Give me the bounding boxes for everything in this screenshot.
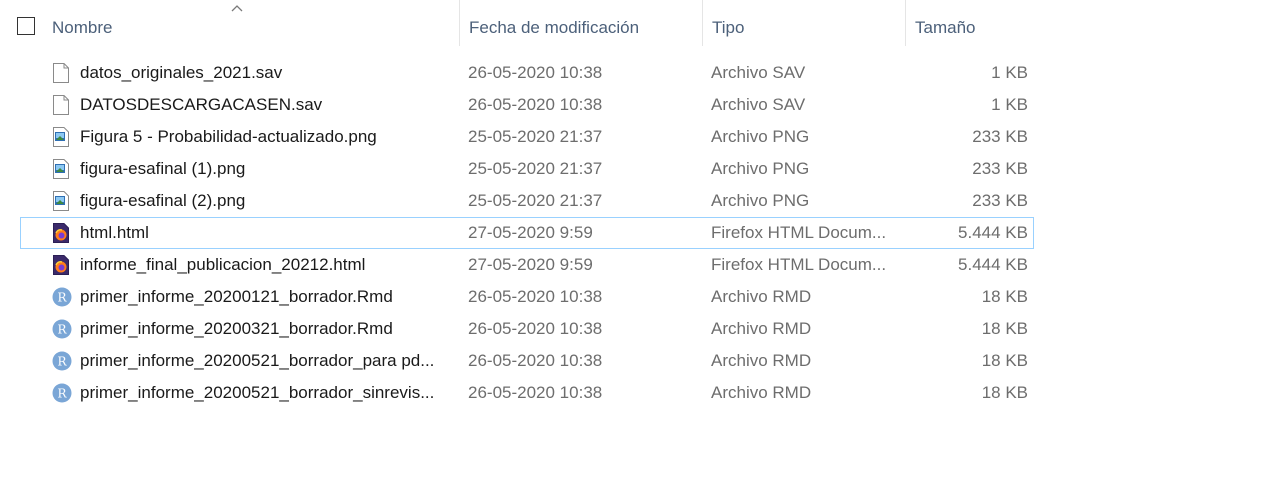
file-row[interactable]: datos_originales_2021.sav 26-05-2020 10:3… xyxy=(20,57,1034,89)
svg-text:R: R xyxy=(57,387,67,401)
file-size: 5.444 KB xyxy=(958,223,1028,242)
blank-file-icon xyxy=(52,63,70,83)
file-row[interactable]: Rprimer_informe_20200521_borrador_para p… xyxy=(20,345,1034,377)
file-name: figura-esafinal (1).png xyxy=(80,159,246,178)
file-row[interactable]: Rprimer_informe_20200321_borrador.Rmd 26-… xyxy=(20,313,1034,345)
image-file-icon xyxy=(52,159,70,179)
file-size: 18 KB xyxy=(981,383,1028,402)
file-name: informe_final_publicacion_20212.html xyxy=(80,255,366,274)
file-type: Archivo PNG xyxy=(711,159,810,178)
file-type: Archivo RMD xyxy=(711,383,812,402)
file-date: 27-05-2020 9:59 xyxy=(468,223,593,242)
r-file-icon: R xyxy=(52,351,72,371)
file-type: Archivo RMD xyxy=(711,287,812,306)
file-name: primer_informe_20200321_borrador.Rmd xyxy=(80,319,393,338)
file-size: 233 KB xyxy=(972,127,1028,146)
file-row[interactable]: informe_final_publicacion_20212.html 27-0… xyxy=(20,249,1034,281)
file-size: 1 KB xyxy=(991,95,1028,114)
file-row[interactable]: Figura 5 - Probabilidad-actualizado.png 2… xyxy=(20,121,1034,153)
file-name: DATOSDESCARGACASEN.sav xyxy=(80,95,323,114)
file-date: 26-05-2020 10:38 xyxy=(468,351,603,370)
file-size: 18 KB xyxy=(981,351,1028,370)
file-name: primer_informe_20200521_borrador_para pd… xyxy=(80,351,435,370)
file-row[interactable]: figura-esafinal (1).png 25-05-2020 21:37 A… xyxy=(20,153,1034,185)
svg-text:R: R xyxy=(57,355,67,369)
file-date: 27-05-2020 9:59 xyxy=(468,255,593,274)
column-header-type[interactable]: Tipo xyxy=(702,0,905,46)
file-type: Archivo PNG xyxy=(711,191,810,210)
blank-file-icon xyxy=(52,95,70,115)
svg-text:R: R xyxy=(57,323,67,337)
file-type: Firefox HTML Docum... xyxy=(711,255,887,274)
file-date: 25-05-2020 21:37 xyxy=(468,127,603,146)
svg-text:R: R xyxy=(57,291,67,305)
file-name: primer_informe_20200521_borrador_sinrevi… xyxy=(80,383,435,402)
file-row[interactable]: Rprimer_informe_20200121_borrador.Rmd 26-… xyxy=(20,281,1034,313)
file-size: 5.444 KB xyxy=(958,255,1028,274)
file-date: 25-05-2020 21:37 xyxy=(468,159,603,178)
file-type: Archivo SAV xyxy=(711,95,806,114)
file-date: 26-05-2020 10:38 xyxy=(468,319,603,338)
file-size: 233 KB xyxy=(972,159,1028,178)
column-header-name[interactable]: Nombre xyxy=(43,0,459,46)
file-size: 18 KB xyxy=(981,287,1028,306)
firefox-html-icon xyxy=(52,255,70,275)
select-all-checkbox[interactable] xyxy=(17,17,35,35)
file-name: primer_informe_20200121_borrador.Rmd xyxy=(80,287,393,306)
file-type: Archivo PNG xyxy=(711,127,810,146)
column-header-date[interactable]: Fecha de modificación xyxy=(459,0,702,46)
column-header-size[interactable]: Tamaño xyxy=(905,0,1040,46)
file-type: Firefox HTML Docum... xyxy=(711,223,887,242)
file-row[interactable]: html.html 27-05-2020 9:59 Firefox HTML Doc… xyxy=(20,217,1034,249)
r-file-icon: R xyxy=(52,319,72,339)
file-date: 26-05-2020 10:38 xyxy=(468,63,603,82)
file-size: 1 KB xyxy=(991,63,1028,82)
file-row[interactable]: DATOSDESCARGACASEN.sav 26-05-2020 10:38 Ar… xyxy=(20,89,1034,121)
file-name: html.html xyxy=(80,223,149,242)
file-type: Archivo RMD xyxy=(711,319,812,338)
file-date: 26-05-2020 10:38 xyxy=(468,383,603,402)
file-row[interactable]: figura-esafinal (2).png 25-05-2020 21:37 A… xyxy=(20,185,1034,217)
file-row[interactable]: Rprimer_informe_20200521_borrador_sinrev… xyxy=(20,377,1034,409)
file-name: figura-esafinal (2).png xyxy=(80,191,246,210)
file-size: 233 KB xyxy=(972,191,1028,210)
file-type: Archivo SAV xyxy=(711,63,806,82)
file-type: Archivo RMD xyxy=(711,351,812,370)
column-header-bar: Nombre Fecha de modificación Tipo Tamaño xyxy=(0,0,1040,46)
file-date: 26-05-2020 10:38 xyxy=(468,95,603,114)
r-file-icon: R xyxy=(52,383,72,403)
file-name: Figura 5 - Probabilidad-actualizado.png xyxy=(80,127,377,146)
file-name: datos_originales_2021.sav xyxy=(80,63,283,82)
file-date: 26-05-2020 10:38 xyxy=(468,287,603,306)
file-date: 25-05-2020 21:37 xyxy=(468,191,603,210)
firefox-html-icon xyxy=(52,223,70,243)
file-size: 18 KB xyxy=(981,319,1028,338)
r-file-icon: R xyxy=(52,287,72,307)
image-file-icon xyxy=(52,191,70,211)
image-file-icon xyxy=(52,127,70,147)
